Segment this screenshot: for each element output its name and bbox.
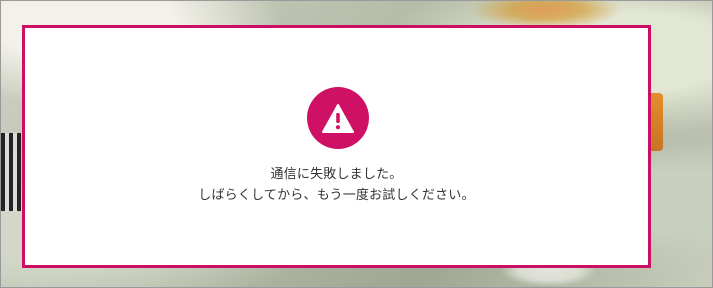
error-message-line-1: 通信に失敗しました。 xyxy=(270,167,403,182)
error-dialog: 通信に失敗しました。 しばらくしてから、もう一度お試しください。 xyxy=(22,25,651,268)
error-message: 通信に失敗しました。 しばらくしてから、もう一度お試しください。 xyxy=(25,164,648,206)
app-screen: 通信に失敗しました。 しばらくしてから、もう一度お試しください。 xyxy=(0,0,713,288)
background-left-graphic xyxy=(1,133,21,211)
warning-icon xyxy=(307,87,369,149)
error-message-line-2: しばらくしてから、もう一度お試しください。 xyxy=(198,188,475,203)
